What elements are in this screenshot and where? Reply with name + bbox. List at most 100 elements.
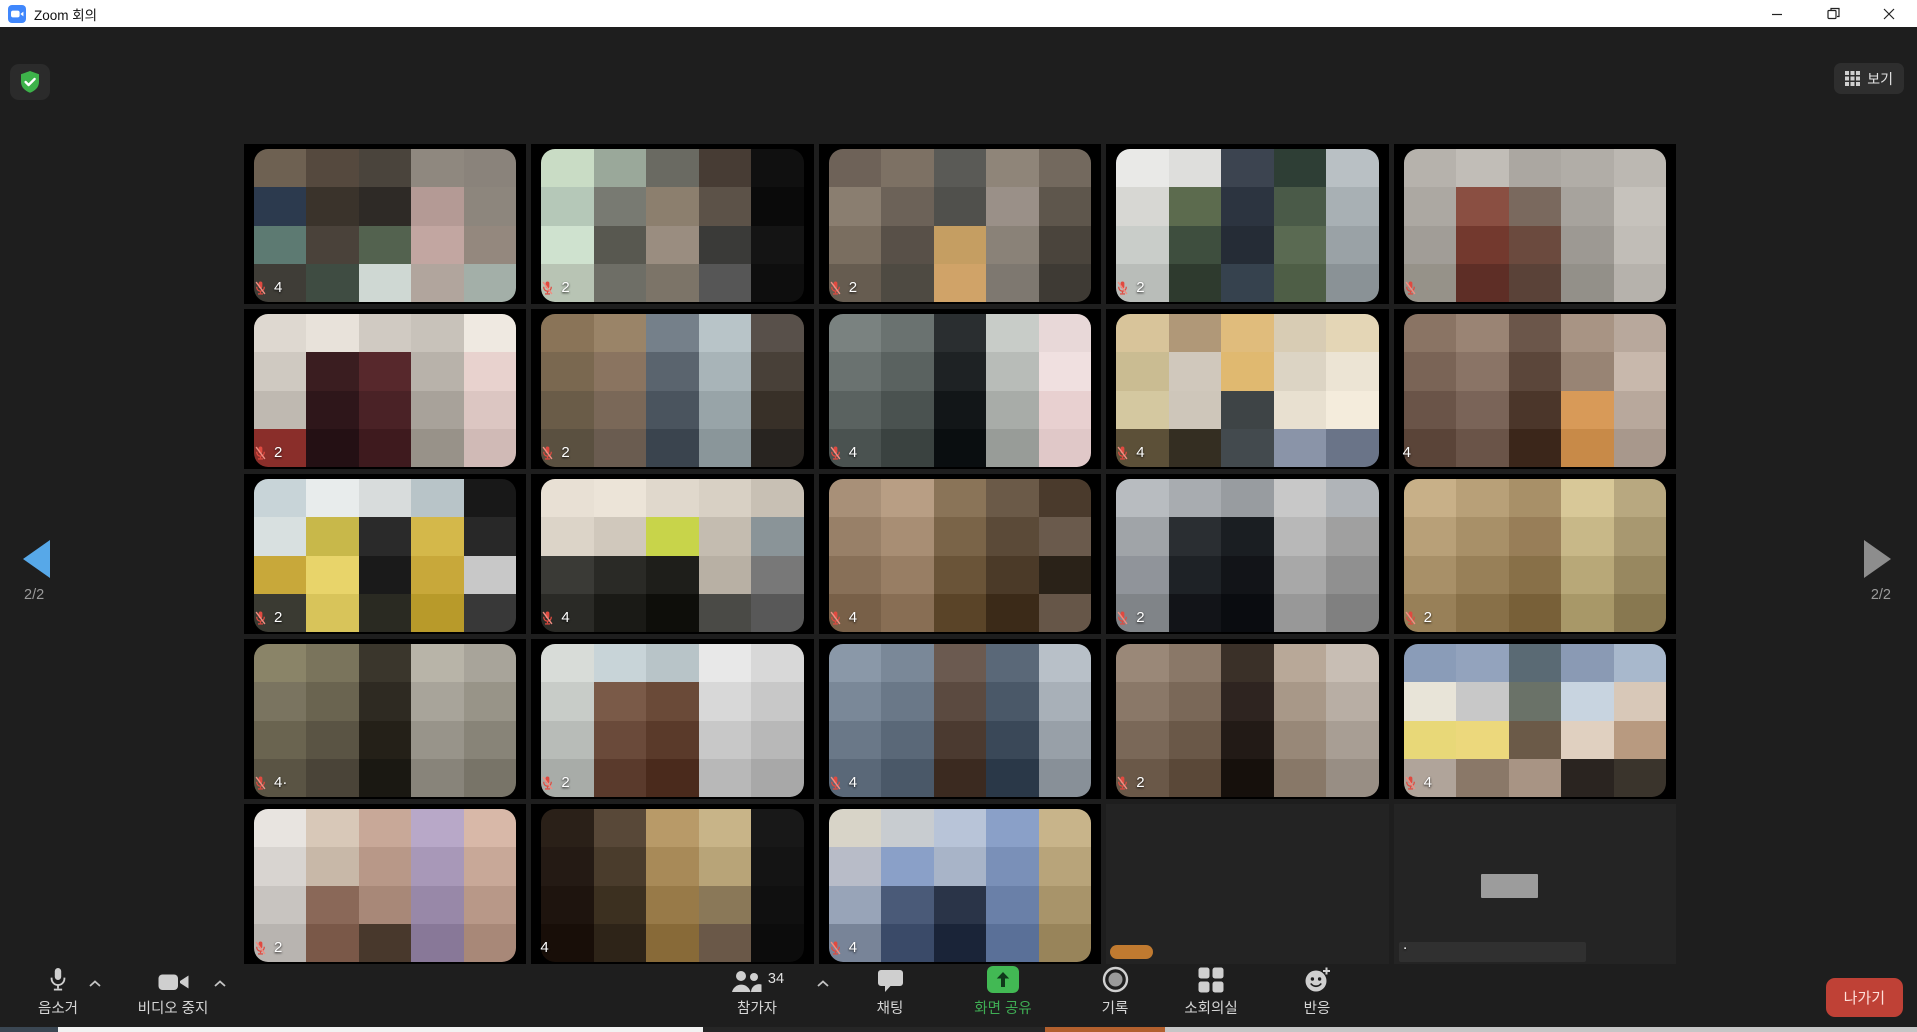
video-tile[interactable]: 4 xyxy=(1394,309,1676,469)
participant-name-label: 2 xyxy=(1115,774,1144,791)
video-tile[interactable]: 2 xyxy=(244,309,526,469)
chevron-up-icon xyxy=(88,979,102,988)
mute-options-caret[interactable] xyxy=(88,975,102,993)
video-tile[interactable]: 4 xyxy=(531,474,813,634)
video-tile[interactable]: 4 xyxy=(1394,639,1676,799)
pixelated-video xyxy=(254,149,516,302)
close-button[interactable] xyxy=(1861,0,1917,27)
participant-name: 2 xyxy=(561,774,569,791)
video-tile[interactable]: 4· xyxy=(244,639,526,799)
video-tile[interactable]: 2 xyxy=(819,144,1101,304)
mic-muted-icon xyxy=(1403,775,1418,791)
pixelated-video xyxy=(1116,644,1378,797)
video-tile[interactable]: 2 xyxy=(244,804,526,964)
mic-muted-icon xyxy=(540,775,555,791)
participant-name: 4 xyxy=(1424,774,1432,791)
participant-name: 4 xyxy=(849,444,857,461)
mic-muted-icon xyxy=(828,775,843,791)
participant-name: 4 xyxy=(540,939,548,956)
participant-name-label: 4 xyxy=(828,609,857,626)
mute-button[interactable]: 음소거 xyxy=(26,965,90,1018)
minimize-icon xyxy=(1771,8,1783,20)
view-button[interactable]: 보기 xyxy=(1834,63,1904,94)
video-tile[interactable]: · xyxy=(1394,804,1676,964)
video-tile[interactable]: 4 xyxy=(819,804,1101,964)
minimize-button[interactable] xyxy=(1749,0,1805,27)
participant-name: 2 xyxy=(1136,774,1144,791)
video-tile[interactable]: 4 xyxy=(244,144,526,304)
mic-muted-icon xyxy=(540,280,555,296)
video-tile[interactable]: 2 xyxy=(531,309,813,469)
view-label: 보기 xyxy=(1867,69,1893,89)
chat-bubble-icon xyxy=(878,969,903,993)
video-tile[interactable]: 2 xyxy=(531,144,813,304)
security-button[interactable] xyxy=(10,64,50,100)
participant-name-label: 4 xyxy=(828,444,857,461)
record-label: 기록 xyxy=(1102,997,1129,1018)
page-indicator-left: 2/2 xyxy=(24,587,44,603)
pixelated-video xyxy=(1404,149,1666,302)
chat-label: 채팅 xyxy=(877,997,904,1018)
participants-options-caret[interactable] xyxy=(816,975,830,993)
leave-button[interactable]: 나가기 xyxy=(1826,978,1903,1017)
chevron-up-icon xyxy=(816,979,830,988)
participant-name-label xyxy=(1403,280,1418,296)
video-tile[interactable]: 2 xyxy=(1394,474,1676,634)
maximize-button[interactable] xyxy=(1805,0,1861,27)
pixelated-video xyxy=(829,479,1091,632)
people-icon xyxy=(730,969,762,993)
pixelated-video xyxy=(829,314,1091,467)
video-tile[interactable]: 4 xyxy=(1106,309,1388,469)
video-tile[interactable] xyxy=(1106,804,1388,964)
video-tile[interactable] xyxy=(1394,144,1676,304)
participant-name-label: 4 xyxy=(540,609,569,626)
chat-button[interactable]: 채팅 xyxy=(855,965,925,1018)
pixelated-video xyxy=(1116,314,1378,467)
meeting-stage: 보기 422222444244224·2424244· 2/2 2/2 xyxy=(0,27,1917,1032)
record-circle-icon xyxy=(1102,966,1129,993)
participant-name: 2 xyxy=(1136,609,1144,626)
video-tile[interactable]: 4 xyxy=(819,309,1101,469)
pixelated-video xyxy=(254,314,516,467)
participant-name-label: 2 xyxy=(1115,279,1144,296)
video-tile[interactable]: 2 xyxy=(244,474,526,634)
next-page-arrow[interactable] xyxy=(1864,540,1891,578)
restore-icon xyxy=(1827,7,1840,20)
video-tile[interactable]: 2 xyxy=(1106,474,1388,634)
mic-muted-icon xyxy=(1115,280,1130,296)
video-tile[interactable]: 4 xyxy=(531,804,813,964)
meeting-toolbar: 음소거 비디오 중지 34 참가자 xyxy=(0,965,1917,1027)
pixelated-video xyxy=(829,644,1091,797)
participant-name-label: 4 xyxy=(540,939,548,956)
participant-name-label: 4 xyxy=(253,279,282,296)
participant-name: 4 xyxy=(274,279,282,296)
participant-name-label: 4 xyxy=(828,939,857,956)
video-tile[interactable]: 2 xyxy=(1106,639,1388,799)
stop-video-button[interactable]: 비디오 중지 xyxy=(128,965,218,1018)
mic-muted-icon xyxy=(1403,610,1418,626)
participant-name-label: 4 xyxy=(1115,444,1144,461)
mic-muted-icon xyxy=(828,280,843,296)
previous-page-arrow[interactable] xyxy=(23,540,50,578)
participants-button[interactable]: 34 참가자 xyxy=(712,965,802,1018)
close-icon xyxy=(1883,8,1895,20)
video-tile[interactable]: 4 xyxy=(819,474,1101,634)
share-screen-icon xyxy=(987,966,1019,993)
video-tile[interactable]: 2 xyxy=(1106,144,1388,304)
grid-view-icon xyxy=(1845,71,1860,86)
participant-name: · xyxy=(1403,939,1408,956)
breakout-rooms-icon xyxy=(1198,967,1224,993)
breakout-rooms-button[interactable]: 소회의실 xyxy=(1168,965,1254,1018)
pixelated-video xyxy=(254,479,516,632)
video-detail xyxy=(1481,874,1537,898)
video-tile[interactable]: 2 xyxy=(531,639,813,799)
participant-name-label: 4 xyxy=(828,774,857,791)
share-screen-button[interactable]: 화면 공유 xyxy=(955,965,1051,1018)
video-options-caret[interactable] xyxy=(213,975,227,993)
mic-muted-icon xyxy=(1115,445,1130,461)
reactions-button[interactable]: 반응 xyxy=(1282,965,1352,1018)
participant-name-label: 2 xyxy=(1403,609,1432,626)
pixelated-video xyxy=(541,644,803,797)
video-tile[interactable]: 4 xyxy=(819,639,1101,799)
record-button[interactable]: 기록 xyxy=(1080,965,1150,1018)
